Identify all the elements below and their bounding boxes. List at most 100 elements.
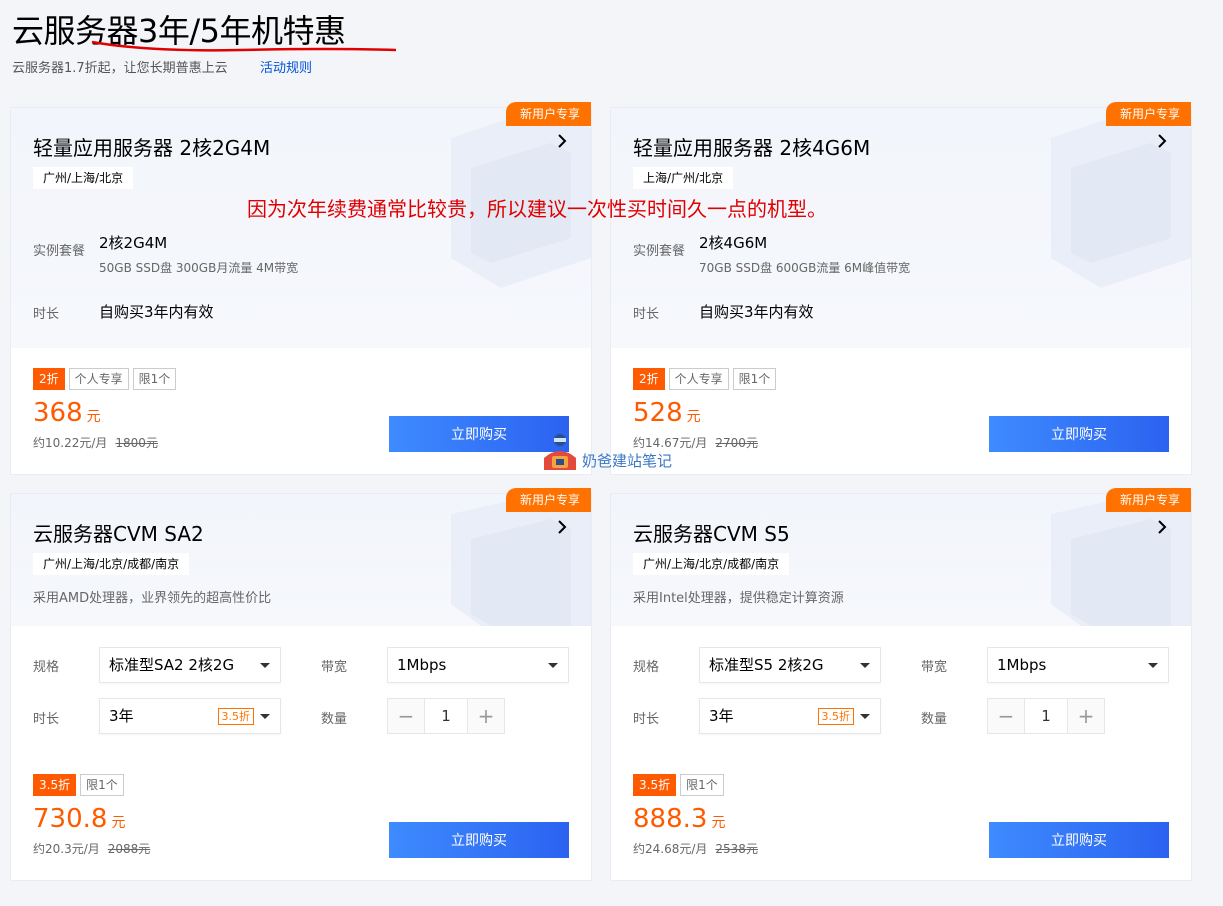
original-price: 2700元: [715, 436, 758, 450]
region-tag: 广州/上海/北京/成都/南京: [33, 553, 190, 575]
duration-discount-tag: 3.5折: [217, 708, 254, 725]
buy-now-button[interactable]: 立即购买: [389, 822, 569, 858]
new-user-badge: 新用户专享: [505, 488, 591, 512]
watermark: 奶爸建站笔记: [540, 432, 672, 472]
page-subtitle: 云服务器1.7折起，让您长期普惠上云: [12, 61, 228, 76]
red-text-annotation: 因为次年续费通常比较贵，所以建议一次性买时间久一点的机型。: [247, 197, 827, 221]
region-tag: 广州/上海/北京: [33, 167, 134, 189]
per-month-price: 约10.22元/月 1800元: [33, 434, 158, 451]
duration-discount-tag: 3.5折: [817, 708, 854, 725]
price-value: 528: [633, 398, 683, 428]
price-value: 730.8: [33, 804, 108, 834]
price: 730.8 元: [33, 804, 125, 834]
price: 888.3 元: [633, 804, 725, 834]
card-footer: 2折 个人专享 限1个 368 元 约10.22元/月 1800元 立即购买: [11, 348, 591, 474]
price-unit: 元: [711, 815, 726, 831]
personal-tag: 个人专享: [668, 368, 729, 390]
new-user-badge: 新用户专享: [1105, 102, 1191, 126]
decrement-button[interactable]: −: [388, 699, 424, 733]
chevron-right-icon[interactable]: [1155, 520, 1169, 534]
limit-tag: 限1个: [132, 368, 177, 390]
chevron-right-icon[interactable]: [555, 520, 569, 534]
instance-value: 2核4G6M: [699, 234, 768, 252]
card-footer: 2折 个人专享 限1个 528 元 约14.67元/月 2700元 立即购买: [611, 348, 1191, 474]
personal-tag: 个人专享: [68, 368, 129, 390]
chevron-down-icon: [860, 714, 870, 719]
limit-tag: 限1个: [80, 774, 124, 796]
product-card-lighthouse-2c4g: 新用户专享 轻量应用服务器 2核4G6M 上海/广州/北京 实例套餐 2核4G6…: [611, 102, 1191, 474]
duration-select-value: 3年: [709, 707, 734, 725]
bandwidth-select-value: 1Mbps: [397, 656, 447, 674]
watermark-text: 奶爸建站笔记: [582, 452, 673, 470]
spec-label: 规格: [33, 660, 60, 675]
spec-select-value: 标准型SA2 2核2G: [109, 656, 235, 674]
per-month-value: 约24.68元/月: [633, 842, 708, 856]
bandwidth-label: 带宽: [921, 660, 948, 675]
bandwidth-label: 带宽: [321, 660, 348, 675]
duration-label: 时长: [633, 307, 660, 322]
discount-tag: 2折: [633, 368, 665, 390]
chevron-down-icon: [260, 714, 270, 719]
bandwidth-select[interactable]: 1Mbps: [987, 647, 1169, 683]
spec-select-value: 标准型S5 2核2G: [709, 656, 824, 674]
limit-tag: 限1个: [680, 774, 724, 796]
region-tag: 广州/上海/北京/成都/南京: [633, 553, 790, 575]
per-month-value: 约20.3元/月: [33, 842, 100, 856]
product-card-cvm-s5: 新用户专享 云服务器CVM S5 广州/上海/北京/成都/南京 采用Intel处…: [611, 488, 1191, 880]
spec-label: 规格: [633, 660, 660, 675]
region-tag: 上海/广州/北京: [633, 167, 734, 189]
product-description: 采用Intel处理器，提供稳定计算资源: [633, 591, 844, 606]
spec-select[interactable]: 标准型S5 2核2G: [699, 647, 881, 683]
instance-value: 2核2G4M: [99, 234, 168, 252]
tag-list: 2折 个人专享 限1个: [33, 368, 177, 390]
product-card-cvm-sa2: 新用户专享 云服务器CVM SA2 广州/上海/北京/成都/南京 采用AMD处理…: [11, 488, 591, 880]
quantity-label: 数量: [321, 712, 348, 727]
bandwidth-select-value: 1Mbps: [997, 656, 1047, 674]
price-unit: 元: [111, 815, 126, 831]
original-price: 2088元: [107, 842, 151, 856]
bandwidth-select[interactable]: 1Mbps: [387, 647, 569, 683]
original-price: 2538元: [715, 842, 758, 856]
price: 368 元: [33, 398, 101, 428]
increment-button[interactable]: +: [1068, 699, 1104, 733]
decorative-server-graphic: [451, 494, 591, 626]
quantity-stepper: − 1 +: [987, 698, 1105, 734]
decrement-button[interactable]: −: [988, 699, 1024, 733]
discount-tag: 2折: [33, 368, 65, 390]
product-title: 云服务器CVM S5: [633, 522, 790, 546]
price-value: 888.3: [633, 804, 708, 834]
decorative-server-graphic: [1051, 494, 1191, 626]
original-price: 1800元: [115, 436, 158, 450]
activity-rules-link[interactable]: 活动规则: [260, 57, 312, 76]
discount-tag: 3.5折: [633, 774, 677, 796]
duration-select[interactable]: 3年 3.5折: [699, 698, 881, 734]
quantity-value[interactable]: 1: [1024, 699, 1068, 733]
increment-button[interactable]: +: [468, 699, 504, 733]
watermark-avatar-icon: [544, 434, 576, 470]
duration-value: 自购买3年内有效: [99, 303, 214, 321]
duration-select-value: 3年: [109, 707, 134, 725]
buy-now-button[interactable]: 立即购买: [989, 416, 1169, 452]
tag-list: 3.5折 限1个: [633, 774, 724, 796]
product-description: 采用AMD处理器，业界领先的超高性价比: [33, 591, 272, 606]
buy-now-button[interactable]: 立即购买: [989, 822, 1169, 858]
price-value: 368: [33, 398, 83, 428]
duration-value: 自购买3年内有效: [699, 303, 814, 321]
card-footer: 3.5折 限1个 888.3 元 约24.68元/月 2538元 立即购买: [611, 754, 1191, 880]
chevron-down-icon: [1148, 663, 1158, 668]
spec-select[interactable]: 标准型SA2 2核2G: [99, 647, 281, 683]
chevron-right-icon[interactable]: [1155, 134, 1169, 148]
duration-select[interactable]: 3年 3.5折: [99, 698, 281, 734]
price-unit: 元: [86, 409, 101, 425]
discount-tag: 3.5折: [33, 774, 77, 796]
duration-label: 时长: [633, 712, 660, 727]
tag-list: 2折 个人专享 限1个: [633, 368, 777, 390]
chevron-right-icon[interactable]: [555, 134, 569, 148]
per-month-price: 约20.3元/月 2088元: [33, 840, 150, 857]
quantity-value[interactable]: 1: [424, 699, 468, 733]
price-unit: 元: [686, 409, 701, 425]
tag-list: 3.5折 限1个: [33, 774, 124, 796]
chevron-down-icon: [860, 663, 870, 668]
duration-label: 时长: [33, 307, 60, 322]
product-title: 轻量应用服务器 2核4G6M: [633, 136, 871, 160]
